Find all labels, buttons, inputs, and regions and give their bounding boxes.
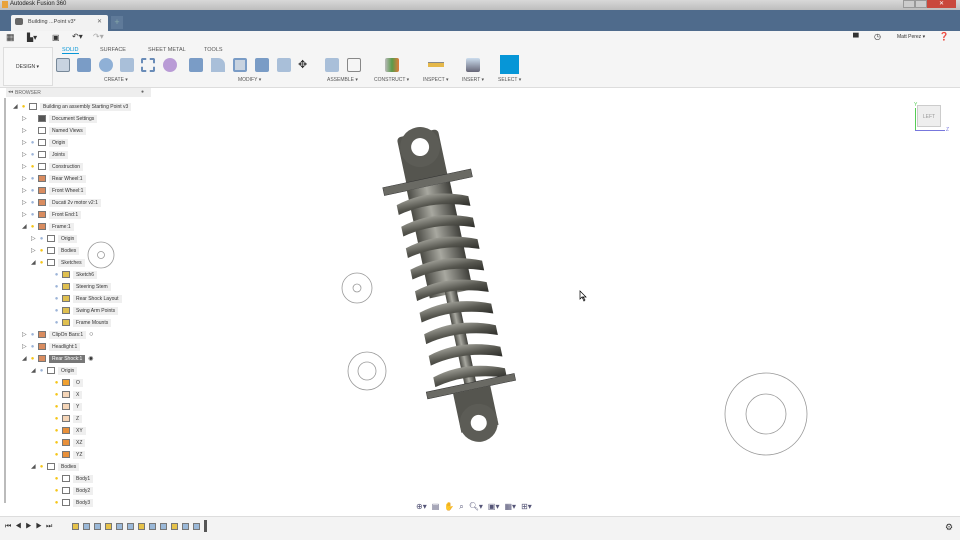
washer-2 xyxy=(341,272,373,304)
timeline-steps xyxy=(72,520,207,532)
mouse-cursor xyxy=(579,290,587,302)
timeline-feature-icon[interactable] xyxy=(138,523,145,530)
timeline-feature-icon[interactable] xyxy=(182,523,189,530)
rear-shock-model xyxy=(382,127,516,442)
timeline-feature-icon[interactable] xyxy=(171,523,178,530)
washer-1 xyxy=(87,241,115,269)
z-axis-label: Z xyxy=(946,127,950,133)
viewports-icon[interactable]: ⊞▾ xyxy=(521,502,532,511)
washer-3 xyxy=(347,351,387,391)
timeline-feature-icon[interactable] xyxy=(160,523,167,530)
timeline-playback-controls[interactable]: ⏮◀▶▶⏭ xyxy=(5,523,56,531)
view-cube[interactable]: Y Z LEFT xyxy=(914,102,954,134)
timeline-feature-icon[interactable] xyxy=(83,523,90,530)
view-cube-face[interactable]: LEFT xyxy=(917,105,941,127)
timeline: ⏮◀▶▶⏭ ⚙ xyxy=(0,516,960,540)
timeline-feature-icon[interactable] xyxy=(116,523,123,530)
display-settings-icon[interactable]: ▣▾ xyxy=(488,502,500,511)
timeline-settings-icon[interactable]: ⚙ xyxy=(945,522,953,533)
zoom-icon[interactable]: 🔍︎▾ xyxy=(469,502,483,511)
navigation-bar: ⊕▾ ▤ ✋ ⌕ 🔍︎▾ ▣▾ ▦▾ ⊞▾ xyxy=(416,500,541,513)
timeline-feature-icon[interactable] xyxy=(149,523,156,530)
timeline-feature-icon[interactable] xyxy=(105,523,112,530)
orbit-icon[interactable]: ⊕▾ xyxy=(416,502,427,511)
timeline-feature-icon[interactable] xyxy=(72,523,79,530)
y-axis-line xyxy=(915,108,916,131)
z-axis-line xyxy=(915,130,945,131)
timeline-marker[interactable] xyxy=(204,520,207,532)
grid-settings-icon[interactable]: ▦▾ xyxy=(504,502,516,511)
timeline-feature-icon[interactable] xyxy=(94,523,101,530)
viewport-canvas[interactable] xyxy=(0,0,960,540)
pan-icon[interactable]: ✋ xyxy=(444,502,454,511)
washer-4 xyxy=(724,372,808,456)
zoom-window-icon[interactable]: ⌕ xyxy=(459,502,463,512)
timeline-feature-icon[interactable] xyxy=(127,523,134,530)
look-at-icon[interactable]: ▤ xyxy=(432,502,440,511)
timeline-feature-icon[interactable] xyxy=(193,523,200,530)
